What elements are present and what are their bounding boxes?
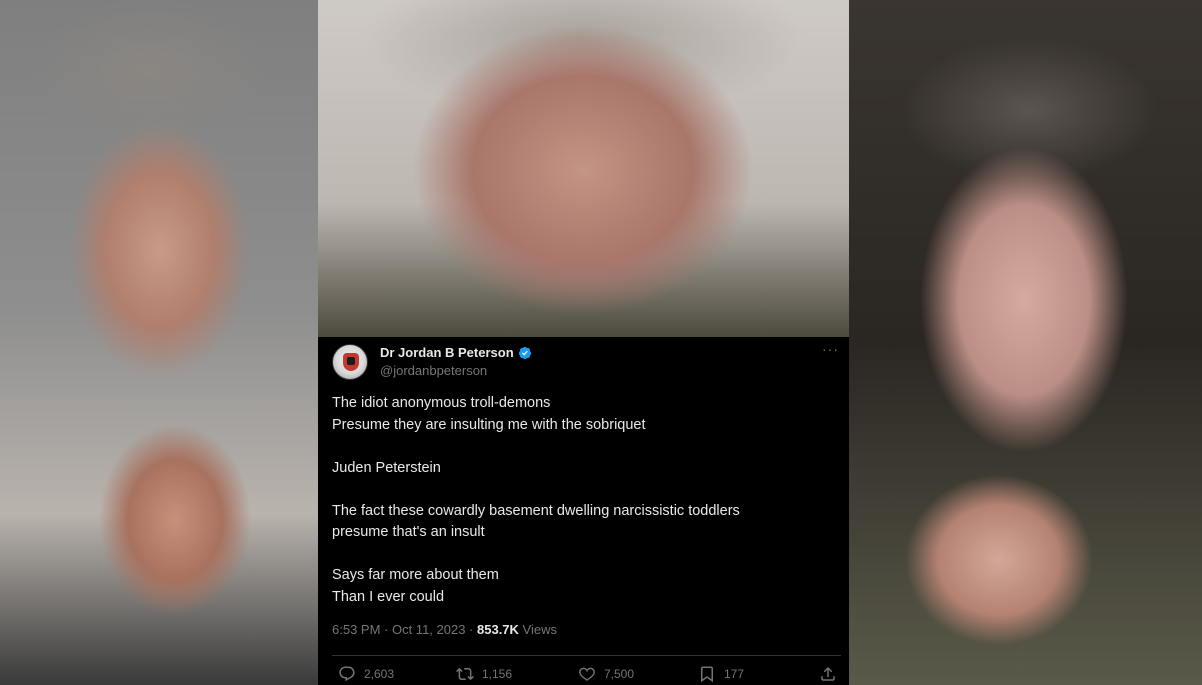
share-icon (821, 666, 835, 681)
bookmark-icon (701, 666, 713, 683)
reply-button[interactable]: 2,603 (338, 665, 394, 683)
action-bar: 2,603 1,156 7,500 177 (332, 665, 841, 685)
tweet-line: Than I ever could (332, 588, 445, 605)
retweet-button[interactable]: 1,156 (456, 665, 512, 683)
retweet-icon (456, 667, 474, 681)
photo-middle (318, 0, 849, 337)
photo-right (849, 0, 1202, 685)
author-name[interactable]: Dr Jordan B Peterson (380, 345, 514, 360)
reply-icon (339, 666, 355, 682)
tweet-line: Presume they are insulting me with the s… (332, 416, 646, 433)
tweet-line: Juden Peterstein (332, 459, 441, 476)
tweet-line: Says far more about them (332, 567, 499, 583)
verified-badge-icon (518, 346, 531, 359)
tweet-card: Dr Jordan B Peterson @jordanbpeterson ··… (318, 337, 849, 685)
retweet-count: 1,156 (482, 667, 513, 681)
bookmark-count: 177 (724, 667, 745, 681)
tweet-meta: 6:53 PM · Oct 11, 2023 · 853.7K Views (332, 622, 557, 637)
views-count: 853.7K (477, 622, 519, 637)
divider (332, 655, 841, 656)
heart-icon (579, 667, 595, 681)
share-button[interactable] (819, 665, 837, 685)
timestamp[interactable]: 6:53 PM · Oct 11, 2023 · (332, 622, 477, 637)
author-row: Dr Jordan B Peterson (380, 345, 532, 360)
avatar[interactable] (332, 344, 368, 380)
reply-count: 2,603 (364, 667, 395, 681)
tweet-line: The idiot anonymous troll-demons (332, 395, 551, 411)
more-options-icon[interactable]: ··· (822, 341, 839, 357)
like-button[interactable]: 7,500 (578, 665, 634, 683)
views-label: Views (518, 622, 557, 637)
tweet-line: presume that's an insult (332, 524, 485, 540)
like-count: 7,500 (604, 667, 635, 681)
bookmark-button[interactable]: 177 (698, 665, 744, 683)
photo-left (0, 0, 318, 685)
tweet-text: The idiot anonymous troll-demons Presume… (332, 393, 837, 608)
author-handle[interactable]: @jordanbpeterson (380, 363, 487, 378)
tweet-line: The fact these cowardly basement dwellin… (332, 502, 740, 519)
